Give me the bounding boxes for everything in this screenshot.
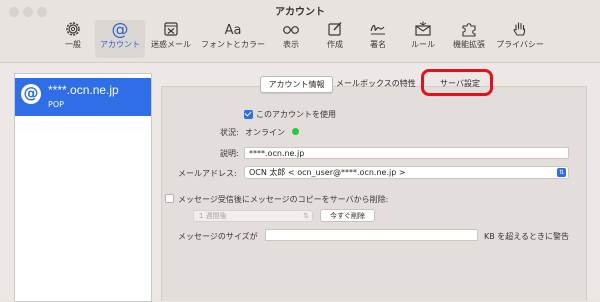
at-sign-icon: @ [21, 84, 41, 104]
gear-icon [66, 22, 80, 36]
description-label: 説明: [220, 149, 239, 158]
toolbar-label: 表示 [283, 40, 299, 49]
size-warning-label: メッセージのサイズが [178, 232, 258, 241]
size-warning-suffix: KB を超えるときに警告 [484, 232, 570, 241]
toolbar-signatures[interactable]: 署名 [363, 20, 393, 58]
email-address-select[interactable]: OCN 太郎 < ocn_user@****.ocn.ne.jp > ⇅ [244, 166, 569, 179]
rules-envelope-icon [415, 21, 431, 36]
toolbar-general[interactable]: 一般 [56, 20, 90, 58]
delete-period-select[interactable]: 1 週間後 ⇅ [193, 210, 313, 222]
toolbar-composing[interactable]: 作成 [320, 20, 350, 58]
glasses-icon [283, 26, 299, 34]
at-sign-icon: @ [112, 20, 129, 38]
signature-icon [370, 24, 385, 35]
chevron-updown-icon: ⇅ [303, 212, 309, 220]
toolbar-privacy[interactable]: プライバシー [494, 20, 546, 58]
status-label: 状況: [220, 128, 239, 137]
toolbar-accounts[interactable]: @ アカウント [95, 20, 145, 58]
toolbar-label: 作成 [327, 40, 343, 49]
tab-account-info[interactable]: アカウント情報 [260, 76, 333, 93]
enable-account-label: このアカウントを使用 [256, 110, 336, 119]
accounts-sidebar: @ ****.ocn.ne.jp POP [14, 73, 152, 302]
tab-mailbox-behaviors[interactable]: メールボックスの特性 [336, 76, 422, 91]
delete-from-server-checkbox[interactable] [165, 194, 174, 203]
toolbar-label: アカウント [100, 40, 140, 49]
delete-from-server-label: メッセージ受信後にメッセージのコピーをサーバから削除: [178, 195, 389, 204]
toolbar-fonts-colors[interactable]: Aa フォントとカラー [198, 20, 268, 58]
toolbar-junk-mail[interactable]: 迷惑メール [148, 20, 194, 58]
highlight-annotation [421, 69, 493, 96]
preferences-window: アカウント 一般 @ アカウント 迷惑メール Aa フォントとカラー 表示 作成… [0, 0, 600, 302]
title-bar: アカウント 一般 @ アカウント 迷惑メール Aa フォントとカラー 表示 作成… [0, 0, 600, 63]
chevron-updown-icon: ⇅ [557, 168, 566, 177]
status-value: オンライン [245, 128, 285, 137]
enable-account-checkbox[interactable] [244, 110, 253, 119]
toolbar-viewing[interactable]: 表示 [276, 20, 306, 58]
svg-text:@: @ [112, 20, 129, 38]
window-title: アカウント [275, 7, 325, 18]
toolbar-label: 署名 [370, 40, 386, 49]
toolbar-label: ルール [411, 40, 435, 49]
toolbar-rules[interactable]: ルール [408, 20, 438, 58]
status-online-dot [292, 128, 299, 135]
toolbar-label: 機能拡張 [453, 40, 485, 49]
compose-icon [328, 22, 342, 36]
toolbar-label: フォントとカラー [201, 40, 265, 49]
toolbar-label: 一般 [65, 40, 81, 49]
account-name: ****.ocn.ne.jp [48, 83, 119, 97]
toolbar-extensions[interactable]: 機能拡張 [447, 20, 491, 58]
email-address-value: OCN 太郎 < ocn_user@****.ocn.ne.jp > [249, 168, 406, 177]
delete-period-value: 1 週間後 [199, 212, 227, 220]
description-field[interactable]: ****.ocn.ne.jp [244, 147, 569, 159]
hand-icon [513, 22, 526, 36]
toolbar-label: 迷惑メール [151, 40, 191, 49]
sidebar-item-account[interactable]: @ ****.ocn.ne.jp POP [15, 78, 151, 116]
junk-tray-icon [164, 22, 178, 36]
account-type: POP [48, 100, 64, 109]
delete-now-button[interactable]: 今すぐ削除 [320, 209, 375, 222]
size-limit-field[interactable] [265, 229, 478, 241]
email-label: メールアドレス: [178, 169, 237, 178]
puzzle-icon [462, 23, 476, 37]
toolbar-label: プライバシー [496, 40, 544, 49]
font-aa-icon: Aa [225, 23, 242, 38]
svg-text:Aa: Aa [225, 23, 242, 38]
